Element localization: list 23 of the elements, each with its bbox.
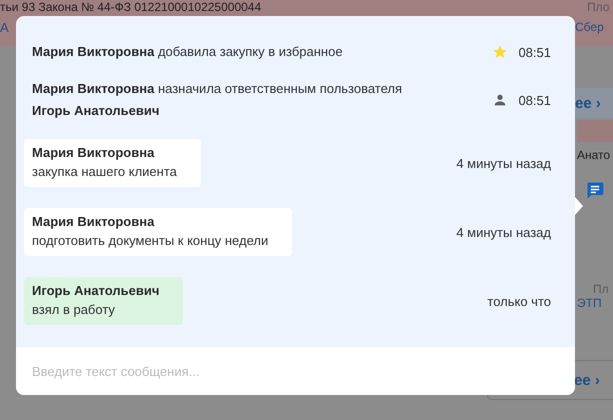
event-time: 08:51 xyxy=(518,92,551,108)
event-text: Мария Викторовна добавила закупку в избранное xyxy=(32,43,344,61)
comment-icon[interactable] xyxy=(585,180,605,200)
event-text: Мария Викторовна назначила ответственным пользователя Игорь Анатольевич xyxy=(32,80,404,120)
message-author: Мария Викторовна xyxy=(32,214,156,229)
field-label: Пло xyxy=(587,0,610,14)
message-time: только что xyxy=(487,294,551,308)
message-author: Мария Викторовна xyxy=(32,145,156,160)
message-input[interactable]: Введите текст сообщения... xyxy=(16,347,575,395)
event-time: 08:51 xyxy=(518,44,551,60)
message-time: 4 минуты назад xyxy=(456,156,551,170)
message-author: Игорь Анатольевич xyxy=(32,283,160,298)
popover-arrow xyxy=(575,197,583,215)
message-text: закупка нашего клиента xyxy=(32,164,177,179)
person-icon xyxy=(492,92,508,108)
header-text: тьи 93 Закона № 44-ФЗ 0122100010225000044 xyxy=(0,0,262,14)
field-link[interactable]: Сбер xyxy=(575,20,604,34)
message-time: 4 минуты назад xyxy=(456,224,551,240)
field-link[interactable]: ЭТП xyxy=(577,296,602,310)
message-text: взял в работу xyxy=(32,302,116,317)
user-name: Анато xyxy=(577,148,610,162)
star-icon xyxy=(492,44,508,60)
message-text: подготовить документы к концу недели xyxy=(32,233,268,248)
